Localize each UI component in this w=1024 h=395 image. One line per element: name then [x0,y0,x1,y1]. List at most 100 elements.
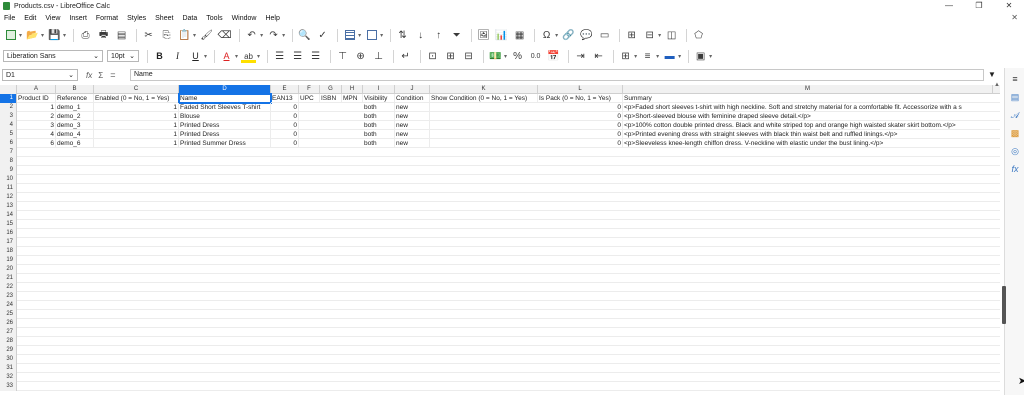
align-middle-icon[interactable]: ⊕ [353,49,368,63]
unmerge-icon[interactable]: ⊟ [461,49,476,63]
table-cell[interactable]: demo_4 [56,130,94,139]
redo-icon[interactable]: ↷ [266,28,281,42]
row-header-24[interactable]: 24 [0,301,17,310]
name-box[interactable]: D1 ⌄ [2,69,78,81]
row-header-20[interactable]: 20 [0,265,17,274]
row-header-32[interactable]: 32 [0,373,17,382]
column-header-f[interactable]: F [299,85,320,94]
header-cell[interactable]: Condition [395,94,430,103]
paste-icon[interactable]: 📋 [177,28,192,42]
column-header-h[interactable]: H [342,85,363,94]
table-cell[interactable]: 1 [94,130,179,139]
row-header-13[interactable]: 13 [0,202,17,211]
number-format-button[interactable]: 0.0 [528,49,543,63]
spreadsheet-grid[interactable]: ABCDEFGHIJKLM 1 2 3 4 5 6 7 8 9 10 11 12 13 14 15 16 17 1… [0,85,1000,395]
clear-formatting-icon[interactable]: ⌫ [217,28,232,42]
row-header-8[interactable]: 8 [0,157,17,166]
print-icon[interactable]: 🖶 [96,28,111,42]
row-header-21[interactable]: 21 [0,274,17,283]
row-header-1[interactable]: 1 [0,94,17,103]
align-top-icon[interactable]: ⊤ [335,49,350,63]
row-header-17[interactable]: 17 [0,238,17,247]
header-cell[interactable]: MPN [342,94,363,103]
table-cell[interactable]: 0 [271,103,299,112]
hyperlink-icon[interactable]: 🔗 [561,28,576,42]
table-cell[interactable]: 2 [17,112,56,121]
pivot-table-icon[interactable]: ▦ [512,28,527,42]
table-cell[interactable]: Blouse [179,112,271,121]
menu-insert[interactable]: Insert [69,15,87,22]
menu-help[interactable]: Help [265,15,279,22]
header-cell[interactable]: Summary [623,94,993,103]
menu-tools[interactable]: Tools [206,15,222,22]
header-cell[interactable]: Name [178,93,272,104]
table-cell[interactable]: 1 [17,103,56,112]
table-cell[interactable]: 0 [538,139,623,148]
table-cell[interactable]: both [363,121,395,130]
insert-chart-icon[interactable]: 📊 [494,28,509,42]
merge-cells-icon[interactable]: ⊡ [425,49,440,63]
row-header-19[interactable]: 19 [0,256,17,265]
add-decimal-icon[interactable]: ⇥ [573,49,588,63]
align-bottom-icon[interactable]: ⊥ [371,49,386,63]
column-header-e[interactable]: E [271,85,299,94]
border-color-icon[interactable]: ▬ [662,49,677,63]
print-preview-icon[interactable]: ▤ [114,28,129,42]
navigator-icon[interactable]: ◎ [1008,144,1022,158]
table-cell[interactable]: Faded Short Sleeves T-shirt [179,103,271,112]
table-cell[interactable]: 1 [94,121,179,130]
formula-input[interactable]: Name [130,69,984,81]
row-header-23[interactable]: 23 [0,292,17,301]
header-cell[interactable]: ISBN [320,94,342,103]
table-cell[interactable]: Printed Dress [179,121,271,130]
row-header-16[interactable]: 16 [0,229,17,238]
menu-view[interactable]: View [45,15,60,22]
table-cell[interactable]: 0 [538,121,623,130]
table-cell[interactable]: 4 [17,130,56,139]
gallery-icon[interactable]: ▩ [1008,126,1022,140]
align-center-icon[interactable]: ☰ [290,49,305,63]
clone-formatting-icon[interactable]: 🖌 [199,28,214,42]
column-header-k[interactable]: K [430,85,538,94]
column-header-a[interactable]: A [17,85,56,94]
menu-file[interactable]: File [4,15,15,22]
functions-icon[interactable]: fx [1008,162,1022,176]
row-header-10[interactable]: 10 [0,175,17,184]
menu-sheet[interactable]: Sheet [155,15,173,22]
column-icon[interactable] [364,28,379,42]
row-header-31[interactable]: 31 [0,364,17,373]
table-cell[interactable]: 0 [538,103,623,112]
font-name-combo[interactable]: Liberation Sans ⌄ [3,50,103,62]
sort-descending-icon[interactable]: ↑ [431,28,446,42]
row-header-33[interactable]: 33 [0,382,17,391]
header-cell[interactable]: UPC [299,94,320,103]
borders-icon[interactable]: ⊞ [618,49,633,63]
column-header-l[interactable]: L [538,85,623,94]
table-cell[interactable]: 1 [94,139,179,148]
column-header-m[interactable]: M [623,85,993,94]
align-left-icon[interactable]: ☰ [272,49,287,63]
row-header-18[interactable]: 18 [0,247,17,256]
cut-icon[interactable]: ✂ [141,28,156,42]
select-all-corner[interactable] [0,85,17,94]
export-pdf-icon[interactable]: ⎙ [78,28,93,42]
border-style-icon[interactable]: ≡ [640,49,655,63]
table-cell[interactable]: both [363,139,395,148]
table-cell[interactable]: 3 [17,121,56,130]
undo-icon[interactable]: ↶ [244,28,259,42]
sort-ascending-icon[interactable]: ↓ [413,28,428,42]
row-header-25[interactable]: 25 [0,310,17,319]
percent-format-button[interactable]: % [510,49,525,63]
sidebar-menu-icon[interactable]: ≡ [1008,72,1022,86]
menu-format[interactable]: Format [96,15,118,22]
wrap-text-icon[interactable]: ↵ [398,49,413,63]
row-header-6[interactable]: 6 [0,139,17,148]
function-wizard-icon[interactable]: fx [86,71,92,80]
table-cell[interactable]: <p>Sleeveless knee-length chiffon dress.… [623,139,993,148]
column-header-d[interactable]: D [179,85,271,94]
bold-button[interactable]: B [152,49,167,63]
sort-icon[interactable]: ⇅ [395,28,410,42]
font-color-button[interactable]: A [219,49,234,63]
row-header-4[interactable]: 4 [0,121,17,130]
highlight-button[interactable]: ab [241,49,257,63]
